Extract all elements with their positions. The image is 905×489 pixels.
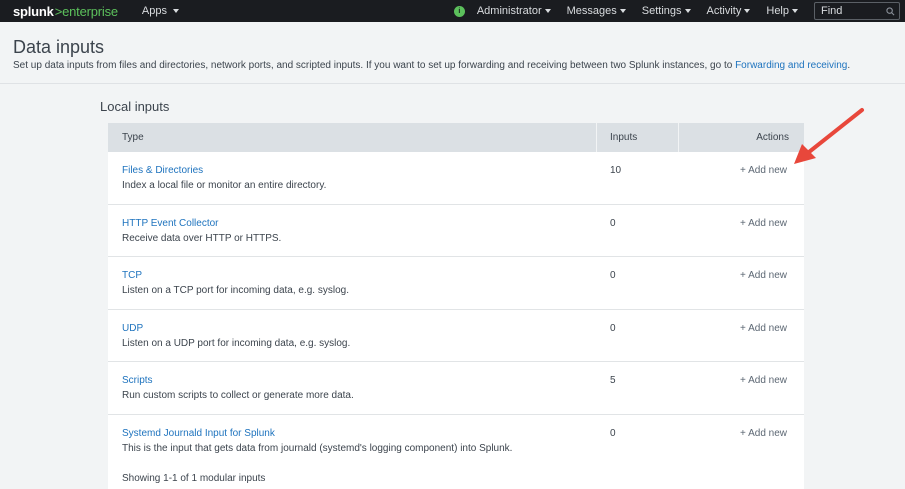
chevron-down-icon: [619, 9, 626, 13]
nav-settings[interactable]: Settings: [642, 5, 691, 17]
user-avatar-icon[interactable]: i: [453, 5, 465, 17]
input-type-link[interactable]: Systemd Journald Input for Splunk: [122, 428, 275, 439]
add-new-button[interactable]: + Add new: [740, 323, 787, 334]
column-actions: Actions: [756, 132, 789, 143]
top-nav-bar: splunk>enterprise Apps i Administrator M…: [0, 0, 905, 22]
input-type-description: Listen on a UDP port for incoming data, …: [122, 337, 351, 349]
input-count: 0: [610, 322, 616, 334]
local-inputs-table: Type Inputs Actions Files & Directories …: [108, 123, 804, 489]
forwarding-and-receiving-link[interactable]: Forwarding and receiving: [735, 60, 847, 71]
chevron-down-icon: [173, 9, 179, 13]
input-type-link[interactable]: Files & Directories: [122, 165, 203, 176]
page-description-period: .: [847, 60, 851, 71]
avatar-letter: i: [458, 7, 461, 15]
input-count: 5: [610, 375, 616, 386]
find-box: [814, 2, 900, 20]
nav-help-label: Help: [766, 5, 789, 17]
nav-settings-label: Settings: [641, 5, 682, 17]
input-type-description: Listen on a TCP port for incoming data, …: [122, 285, 349, 296]
nav-activity[interactable]: Activity: [707, 5, 751, 17]
find-input[interactable]: [821, 5, 881, 17]
local-inputs-title: Local inputs: [100, 99, 170, 114]
add-new-button[interactable]: + Add new: [740, 218, 787, 229]
input-count: 0: [610, 217, 616, 229]
add-new-button[interactable]: + Add new: [740, 270, 787, 281]
input-type-description: Receive data over HTTP or HTTPS.: [122, 232, 282, 244]
splunk-logo[interactable]: splunk>enterprise: [13, 4, 118, 19]
column-type[interactable]: Type: [108, 123, 597, 152]
column-inputs[interactable]: Inputs: [597, 123, 679, 152]
nav-administrator-label: Administrator: [476, 5, 542, 17]
table-row: UDP Listen on a UDP port for incoming da…: [108, 310, 804, 362]
input-type-description: This is the input that gets data from jo…: [122, 442, 513, 454]
input-type-description: Run custom scripts to collect or generat…: [122, 390, 354, 401]
page-description-text: Set up data inputs from files and direct…: [13, 60, 736, 71]
add-new-button[interactable]: + Add new: [740, 165, 787, 176]
nav-help[interactable]: Help: [766, 5, 798, 17]
nav-messages-label: Messages: [566, 5, 617, 17]
table-row: HTTP Event Collector Receive data over H…: [108, 205, 804, 257]
table-row: Scripts Run custom scripts to collect or…: [108, 362, 804, 415]
nav-right-group: i Administrator Messages Settings Activi…: [453, 0, 905, 22]
nav-administrator[interactable]: Administrator: [477, 5, 551, 17]
input-type-link[interactable]: UDP: [122, 323, 143, 334]
apps-menu-label: Apps: [141, 5, 167, 17]
input-count: 0: [610, 270, 616, 281]
nav-activity-label: Activity: [706, 5, 742, 17]
input-count: 10: [610, 165, 622, 176]
logo-separator: >: [54, 3, 63, 19]
input-type-link[interactable]: Scripts: [122, 375, 153, 386]
table-header: Type Inputs Actions: [108, 123, 804, 152]
table-row: TCP Listen on a TCP port for incoming da…: [108, 257, 804, 310]
logo-brand: splunk: [13, 3, 54, 19]
add-new-button[interactable]: + Add new: [740, 428, 787, 439]
chevron-down-icon: [792, 9, 798, 13]
input-type-description: Index a local file or monitor an entire …: [122, 180, 327, 191]
search-icon[interactable]: [886, 6, 895, 16]
modular-inputs-count: Showing 1-1 of 1 modular inputs: [122, 473, 266, 484]
annotation-arrow-icon: [794, 108, 864, 164]
add-new-button[interactable]: + Add new: [740, 375, 787, 386]
chevron-down-icon: [544, 9, 551, 13]
chevron-down-icon: [684, 9, 691, 13]
input-type-link[interactable]: HTTP Event Collector: [122, 218, 219, 229]
page-header: Data inputs Set up data inputs from file…: [0, 22, 905, 84]
page-description: Set up data inputs from files and direct…: [13, 60, 850, 71]
chevron-down-icon: [744, 9, 751, 13]
logo-product: enterprise: [62, 3, 118, 19]
page-title: Data inputs: [13, 37, 105, 57]
nav-messages[interactable]: Messages: [567, 5, 626, 17]
input-type-link[interactable]: TCP: [122, 270, 142, 281]
table-row: Files & Directories Index a local file o…: [108, 152, 804, 205]
apps-menu[interactable]: Apps: [142, 5, 179, 17]
table-row: Systemd Journald Input for Splunk This i…: [108, 415, 804, 468]
input-count: 0: [610, 427, 616, 439]
